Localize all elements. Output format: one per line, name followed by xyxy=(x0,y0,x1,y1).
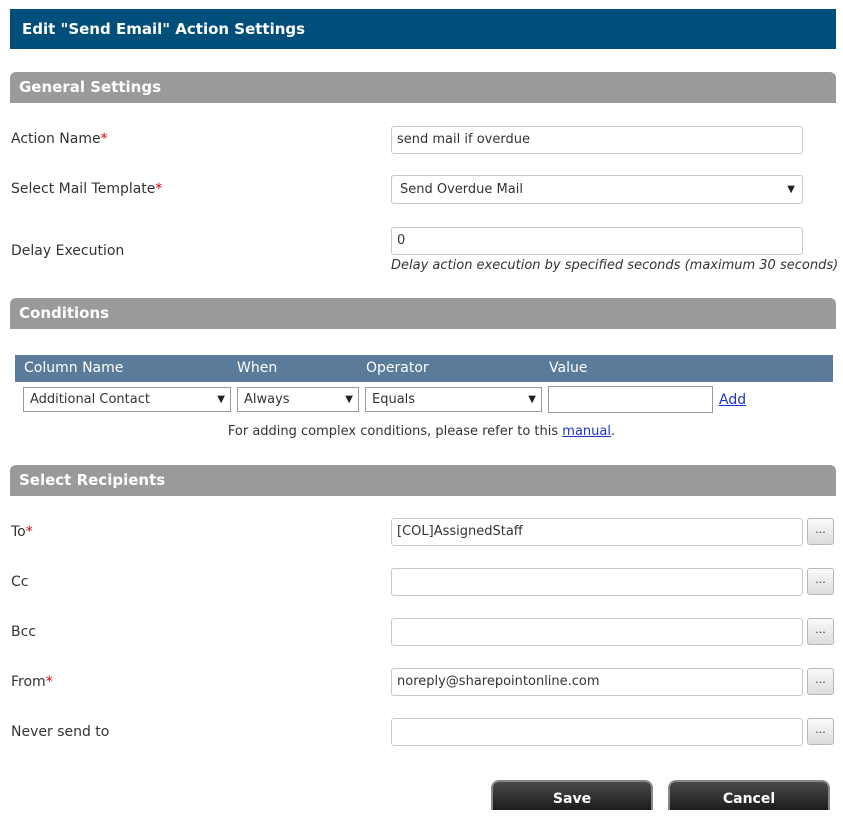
action-name-input[interactable]: send mail if overdue xyxy=(391,126,803,154)
value-header: Value xyxy=(549,360,588,376)
required-marker: * xyxy=(155,181,163,197)
mail-template-label: Select Mail Template* xyxy=(11,181,163,197)
chevron-down-icon: ▼ xyxy=(345,394,353,405)
never-send-to-label: Never send to xyxy=(11,724,110,740)
add-condition-link[interactable]: Add xyxy=(719,392,746,408)
required-marker: * xyxy=(45,674,53,690)
chevron-down-icon: ▼ xyxy=(217,394,225,405)
conditions-note: For adding complex conditions, please re… xyxy=(227,424,616,439)
operator-select[interactable]: Equals ▼ xyxy=(365,387,542,412)
conditions-table-header: Column Name When Operator Value xyxy=(15,355,833,382)
from-picker-button[interactable]: ... xyxy=(807,668,834,695)
never-send-to-picker-button[interactable]: ... xyxy=(807,718,834,745)
mail-template-select[interactable]: Send Overdue Mail ▼ xyxy=(391,175,803,204)
action-name-label: Action Name* xyxy=(11,131,108,147)
to-input[interactable]: [COL]AssignedStaff xyxy=(391,518,803,546)
general-settings-header: General Settings xyxy=(10,72,836,103)
column-name-select[interactable]: Additional Contact ▼ xyxy=(23,387,231,412)
cc-label: Cc xyxy=(11,574,29,590)
bcc-label: Bcc xyxy=(11,624,36,640)
to-label: To* xyxy=(11,524,33,540)
mail-template-value: Send Overdue Mail xyxy=(400,182,523,197)
when-header: When xyxy=(237,360,278,376)
never-send-to-input[interactable] xyxy=(391,718,803,746)
from-label: From* xyxy=(11,674,53,690)
when-select[interactable]: Always ▼ xyxy=(237,387,359,412)
recipients-header: Select Recipients xyxy=(10,465,836,496)
from-input[interactable]: noreply@sharepointonline.com xyxy=(391,668,803,696)
bcc-input[interactable] xyxy=(391,618,803,646)
dialog-title: Edit "Send Email" Action Settings xyxy=(10,9,836,49)
operator-header: Operator xyxy=(366,360,429,376)
operator-value: Equals xyxy=(372,392,416,407)
condition-value-input[interactable] xyxy=(548,386,713,413)
delay-hint: Delay action execution by specified seco… xyxy=(391,258,839,273)
delay-execution-label: Delay Execution xyxy=(11,243,125,259)
required-marker: * xyxy=(100,131,108,147)
manual-link[interactable]: manual xyxy=(562,424,611,439)
required-marker: * xyxy=(25,524,33,540)
cc-input[interactable] xyxy=(391,568,803,596)
conditions-header: Conditions xyxy=(10,298,836,329)
cc-picker-button[interactable]: ... xyxy=(807,568,834,595)
chevron-down-icon: ▼ xyxy=(787,184,795,195)
when-value: Always xyxy=(244,392,290,407)
to-picker-button[interactable]: ... xyxy=(807,518,834,545)
delay-execution-input[interactable]: 0 xyxy=(391,227,803,255)
column-name-value: Additional Contact xyxy=(30,392,150,407)
bcc-picker-button[interactable]: ... xyxy=(807,618,834,645)
chevron-down-icon: ▼ xyxy=(528,394,536,405)
column-name-header: Column Name xyxy=(24,360,124,376)
